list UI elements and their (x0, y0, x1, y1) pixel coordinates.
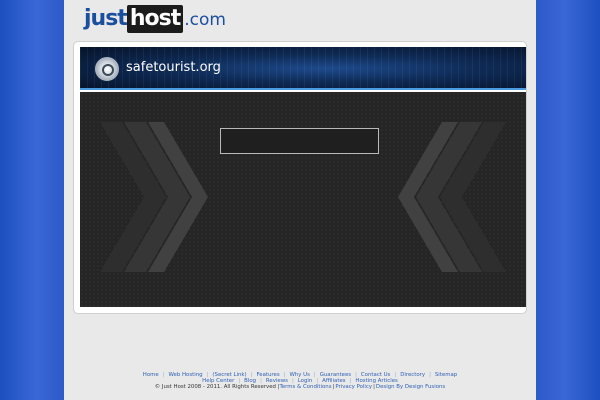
content-area (80, 92, 526, 307)
logo-com-text: .com (184, 10, 226, 30)
page-container: just host .com safetourist.org Home | We… (64, 0, 536, 400)
parked-domain-panel: safetourist.org (73, 41, 527, 314)
logo-just-text: just (84, 6, 128, 31)
footer-separator: | (162, 372, 165, 378)
justhost-logo[interactable]: just host .com (84, 5, 226, 33)
footer-link-home[interactable]: Home (143, 372, 159, 378)
design-credit-link[interactable]: Design By Design Fusions (376, 384, 445, 390)
footer: Home | Web Hosting | (Secret Link) | Features |… (64, 372, 536, 391)
chevron-decoration (100, 122, 506, 272)
right-chevrons (398, 122, 506, 272)
logo-host-text: host (126, 5, 184, 33)
footer-link-web-hosting[interactable]: Web Hosting (169, 372, 203, 378)
footer-separator: | (373, 384, 375, 391)
footer-separator: | (332, 384, 335, 391)
domain-banner: safetourist.org (80, 47, 526, 90)
privacy-link[interactable]: Privacy Policy (335, 384, 372, 390)
copyright-text: © Just Host 2008 - 2011. All Rights Rese… (154, 384, 280, 391)
footer-copyright-row: © Just Host 2008 - 2011. All Rights Rese… (64, 384, 536, 390)
site-globe-icon (95, 57, 119, 81)
left-chevrons (100, 122, 208, 272)
search-input[interactable] (220, 128, 379, 154)
footer-link-sitemap[interactable]: Sitemap (435, 372, 457, 378)
banner-underline (80, 88, 526, 90)
site-name: safetourist.org (126, 60, 221, 75)
footer-separator: | (429, 372, 431, 378)
footer-link-directory[interactable]: Directory (400, 372, 425, 378)
terms-link[interactable]: Terms & Conditions (279, 384, 331, 390)
